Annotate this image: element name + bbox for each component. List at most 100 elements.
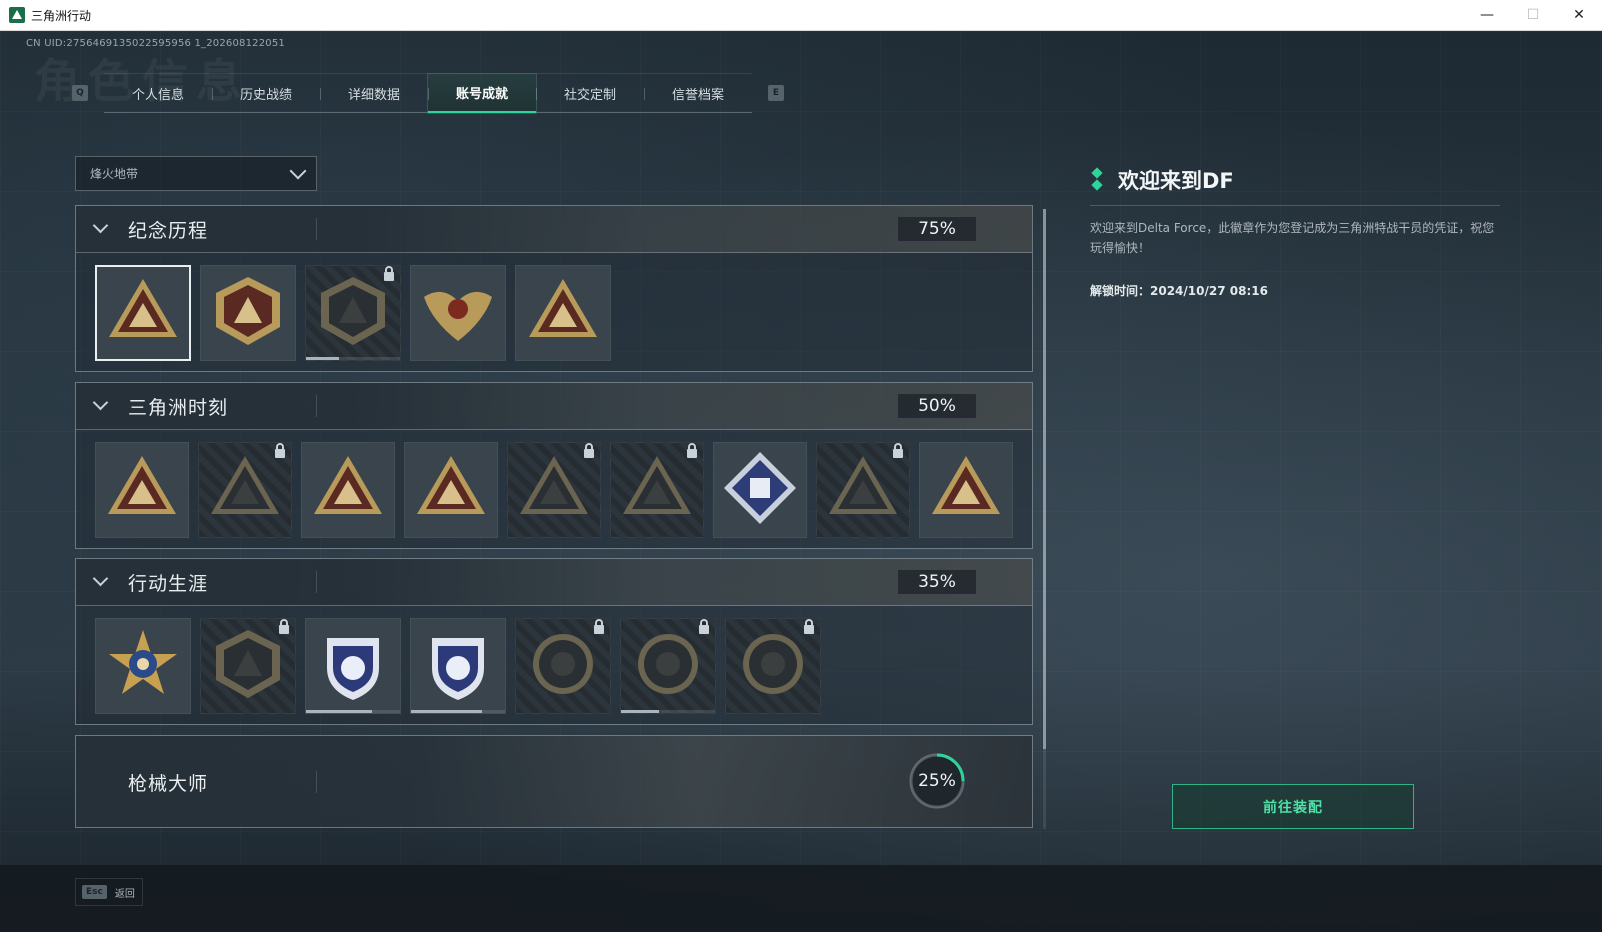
window-titlebar: 三角洲行动 — ☐ ✕ (0, 0, 1602, 31)
lock-icon (893, 443, 903, 458)
maximize-button[interactable]: ☐ (1510, 0, 1556, 30)
skull-target-badge-icon (628, 624, 708, 708)
badge-slot[interactable] (95, 442, 189, 538)
lock-icon (384, 266, 394, 281)
footer-bar: Esc 返回 (0, 865, 1602, 932)
soldier-badge-icon (205, 448, 285, 532)
badge-slot[interactable] (410, 265, 506, 361)
badge-slot[interactable] (713, 442, 807, 538)
eye-seal-badge-icon (733, 624, 813, 708)
minimize-button[interactable]: — (1464, 0, 1510, 30)
badge-slot[interactable] (200, 265, 296, 361)
round-seal-badge-icon (523, 624, 603, 708)
badge-slot[interactable] (507, 442, 601, 538)
app-logo-icon (9, 7, 25, 23)
section-header[interactable]: 三角洲时刻 50% (76, 383, 1032, 430)
achievement-section: 枪械大师 25% (75, 735, 1033, 828)
chevron-down-icon (92, 394, 109, 411)
section-progress-percent: 25% (918, 771, 956, 791)
tab-item[interactable]: 个人信息 (104, 74, 212, 113)
blue-shield-badge-icon (313, 624, 393, 708)
operator-badge-icon (926, 448, 1006, 532)
lock-icon (279, 619, 289, 634)
scrollbar-thumb[interactable] (1043, 209, 1046, 749)
tab-item[interactable]: 详细数据 (320, 74, 428, 113)
window-controls: — ☐ ✕ (1464, 0, 1602, 30)
section-title: 三角洲时刻 (128, 396, 229, 419)
badge-slot[interactable] (515, 618, 611, 714)
unlock-time: 解锁时间：2024/10/27 08:16 (1090, 284, 1268, 298)
next-tab-key-hint[interactable]: E (768, 85, 784, 101)
number-one-triangle-badge-icon (523, 271, 603, 355)
badge-slot[interactable] (410, 618, 506, 714)
badge-slot[interactable] (95, 618, 191, 714)
badge-slot[interactable] (404, 442, 498, 538)
section-header[interactable]: 枪械大师 25% (76, 736, 1032, 827)
divider (316, 395, 317, 417)
tab-item[interactable]: 信誉档案 (644, 74, 752, 113)
lock-icon (699, 619, 709, 634)
badge-progress-bar (621, 710, 715, 713)
esc-key-hint: Esc (82, 885, 107, 899)
helicopter-badge-icon (208, 271, 288, 355)
achievement-section: 三角洲时刻 50% (75, 382, 1033, 549)
section-title: 纪念历程 (128, 219, 209, 242)
dragon-badge-icon (617, 448, 697, 532)
badge-slot[interactable] (301, 442, 395, 538)
badge-slot[interactable] (95, 265, 191, 361)
badge-slot[interactable] (305, 618, 401, 714)
divider (316, 771, 317, 793)
achievement-section: 纪念历程 75% (75, 205, 1033, 372)
badge-slot[interactable] (725, 618, 821, 714)
divider (1090, 205, 1500, 206)
badge-slot[interactable] (620, 618, 716, 714)
badge-progress-bar (306, 710, 400, 713)
hex-star-badge-icon (308, 448, 388, 532)
badge-slot[interactable] (200, 618, 296, 714)
mode-dropdown-value: 烽火地带 (90, 167, 139, 181)
prev-tab-key-hint[interactable]: Q (72, 85, 88, 101)
serpent-badge-icon (823, 448, 903, 532)
squad-badge-icon (411, 448, 491, 532)
lock-icon (275, 443, 285, 458)
badge-slot[interactable] (305, 265, 401, 361)
star-medal-badge-icon (103, 624, 183, 708)
section-progress-percent: 35% (898, 570, 976, 594)
scrollbar[interactable] (1043, 209, 1046, 829)
badge-name: 欢迎来到DF (1118, 169, 1234, 193)
back-label: 返回 (114, 888, 135, 900)
equip-button[interactable]: 前往装配 (1172, 784, 1414, 829)
winged-eagle-badge-icon (418, 271, 498, 355)
close-button[interactable]: ✕ (1556, 0, 1602, 30)
back-button[interactable]: Esc 返回 (75, 878, 143, 906)
badge-progress-bar (306, 357, 400, 360)
badge-slot[interactable] (610, 442, 704, 538)
badge-slot[interactable] (198, 442, 292, 538)
player-uid: CN UID:2756469135022595956 1_20260812205… (26, 38, 285, 49)
tab-bar: Q 个人信息 历史战绩 详细数据 账号成就 社交定制 信誉档案 E (72, 73, 784, 114)
tab-item[interactable]: 历史战绩 (212, 74, 320, 113)
section-title: 行动生涯 (128, 572, 209, 595)
section-progress-percent: 50% (898, 394, 976, 418)
blue-crest-badge-icon (418, 624, 498, 708)
window-title: 三角洲行动 (31, 8, 92, 23)
cube-gem-badge-icon (720, 448, 800, 532)
tabs: 个人信息 历史战绩 详细数据 账号成就 社交定制 信誉档案 (104, 73, 752, 114)
divider (316, 571, 317, 593)
diamond-icon (1090, 167, 1104, 193)
badge-slot[interactable] (816, 442, 910, 538)
badge-slot[interactable] (515, 265, 611, 361)
badge-progress-bar (411, 710, 505, 713)
tab-item[interactable]: 社交定制 (536, 74, 644, 113)
tab-item[interactable]: 账号成就 (427, 73, 537, 114)
badge-grid (76, 430, 1032, 550)
achievement-section: 行动生涯 35% (75, 558, 1033, 725)
section-header[interactable]: 纪念历程 75% (76, 206, 1032, 253)
badge-slot[interactable] (919, 442, 1013, 538)
shield-chevron-badge-icon (208, 624, 288, 708)
mode-dropdown[interactable]: 烽火地带 (75, 156, 317, 191)
section-progress-percent: 75% (898, 217, 976, 241)
section-header[interactable]: 行动生涯 35% (76, 559, 1032, 606)
badge-detail-panel: 欢迎来到DF 欢迎来到Delta Force，此徽章作为您登记成为三角洲特战干员… (1090, 165, 1500, 299)
section-title: 枪械大师 (128, 773, 209, 795)
